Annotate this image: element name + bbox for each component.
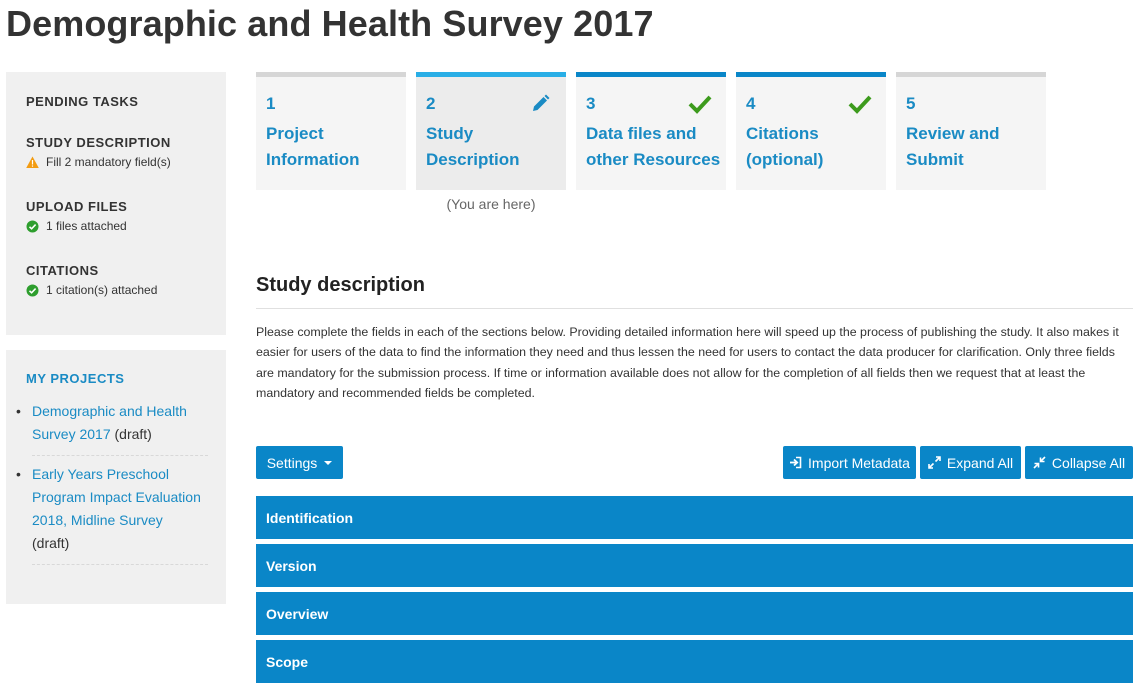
pencil-icon	[528, 92, 552, 116]
task-citations-title: CITATIONS	[26, 263, 99, 278]
collapse-all-button[interactable]: Collapse All	[1025, 446, 1133, 479]
caret-down-icon	[324, 460, 333, 465]
divider	[256, 308, 1133, 309]
project-link[interactable]: Demographic and Health Survey 2017	[32, 403, 187, 442]
step-label: Data files and other Resources	[586, 124, 721, 169]
expand-icon	[928, 456, 941, 469]
step-label: Project Information	[266, 124, 360, 169]
task-status-text: Fill 2 mandatory field(s)	[46, 155, 171, 169]
sign-in-icon	[789, 456, 802, 469]
task-upload-files-status: 1 files attached	[26, 219, 127, 233]
step-project-information[interactable]: 1 Project Information	[256, 72, 406, 190]
bullet-icon: •	[16, 466, 21, 482]
project-status: (draft)	[32, 535, 70, 551]
step-number: 2	[426, 94, 436, 113]
check-circle-icon	[26, 284, 39, 297]
project-item: • Demographic and Health Survey 2017 (dr…	[16, 400, 208, 446]
collapse-all-label: Collapse All	[1051, 454, 1126, 471]
page-title: Demographic and Health Survey 2017	[6, 3, 654, 44]
step-label: Study Description	[426, 124, 520, 169]
task-status-text: 1 citation(s) attached	[46, 283, 158, 297]
settings-dropdown-button[interactable]: Settings	[256, 446, 343, 479]
settings-label: Settings	[266, 454, 318, 471]
study-description-heading: Study description	[256, 274, 425, 296]
task-citations-status: 1 citation(s) attached	[26, 283, 157, 297]
compress-icon	[1033, 456, 1046, 469]
step-review-submit[interactable]: 5 Review and Submit	[896, 72, 1046, 190]
section-scope[interactable]: Scope	[256, 640, 1133, 683]
step-number: 1	[266, 94, 276, 113]
task-upload-files-title: UPLOAD FILES	[26, 199, 128, 214]
my-projects-panel: MY PROJECTS • Demographic and Health Sur…	[6, 350, 226, 604]
expand-all-label: Expand All	[946, 454, 1014, 471]
check-icon	[688, 92, 712, 116]
task-status-text: 1 files attached	[46, 219, 127, 233]
warning-icon	[26, 156, 39, 169]
step-label: Citations (optional)	[746, 124, 824, 169]
pending-tasks-panel: PENDING TASKS STUDY DESCRIPTION Fill 2 m…	[6, 72, 226, 335]
step-number: 5	[906, 94, 916, 113]
step-number: 4	[746, 94, 756, 113]
import-metadata-label: Import Metadata	[808, 454, 910, 471]
my-projects-heading: MY PROJECTS	[26, 371, 125, 386]
section-identification[interactable]: Identification	[256, 496, 1133, 539]
study-description-intro: Please complete the fields in each of th…	[256, 325, 1119, 400]
step-study-description[interactable]: 2 Study Description	[416, 72, 566, 190]
step-label: Review and Submit	[906, 124, 1000, 169]
section-version[interactable]: Version	[256, 544, 1133, 587]
project-divider	[32, 564, 208, 565]
import-metadata-button[interactable]: Import Metadata	[783, 446, 916, 479]
task-study-description-title: STUDY DESCRIPTION	[26, 135, 171, 150]
you-are-here-label: (You are here)	[446, 196, 536, 212]
bullet-icon: •	[16, 403, 21, 419]
project-item: • Early Years Preschool Program Impact E…	[16, 463, 208, 555]
step-data-files[interactable]: 3 Data files and other Resources	[576, 72, 726, 190]
pending-tasks-heading: PENDING TASKS	[26, 94, 139, 109]
project-link[interactable]: Early Years Preschool Program Impact Eva…	[32, 466, 201, 528]
check-circle-icon	[26, 220, 39, 233]
check-icon	[848, 92, 872, 116]
project-divider	[32, 455, 208, 456]
step-citations[interactable]: 4 Citations (optional)	[736, 72, 886, 190]
section-overview[interactable]: Overview	[256, 592, 1133, 635]
step-number: 3	[586, 94, 596, 113]
expand-all-button[interactable]: Expand All	[920, 446, 1021, 479]
project-status: (draft)	[114, 426, 152, 442]
task-study-description-status: Fill 2 mandatory field(s)	[26, 155, 171, 169]
